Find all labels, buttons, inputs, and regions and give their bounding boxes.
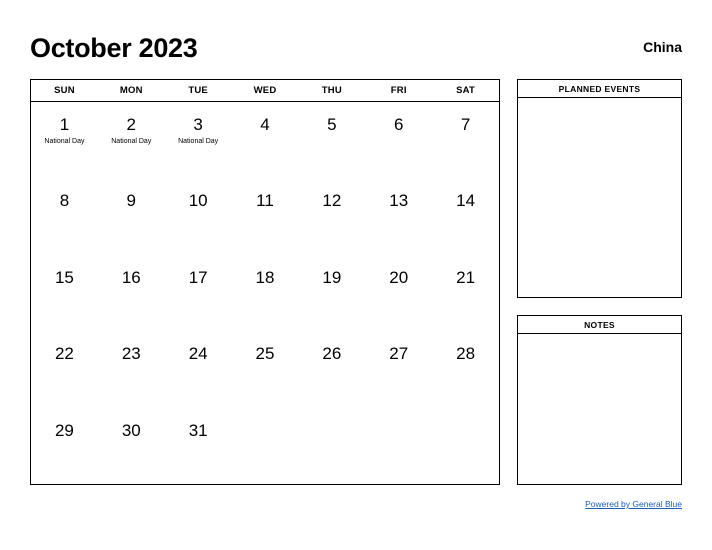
day-cell[interactable]: 10 (165, 178, 232, 254)
day-number: 7 (460, 115, 471, 134)
day-number: 14 (456, 191, 476, 211)
day-number: 19 (322, 267, 342, 287)
day-cell[interactable]: 27 (365, 331, 432, 407)
day-cell[interactable]: 4 (232, 102, 299, 178)
day-number: 30 (121, 420, 141, 440)
weekday-header-sat: SAT (456, 85, 476, 96)
day-event: National Day (111, 138, 152, 145)
weekday-header-row: SUN MON TUE WED THU FRI SAT (31, 80, 499, 102)
notes-panel: NOTES (517, 315, 682, 485)
day-number: 31 (188, 420, 208, 440)
day-number: 26 (322, 344, 342, 364)
day-cell[interactable]: 14 (432, 178, 499, 254)
day-number: 1 (59, 115, 70, 134)
day-event: National Day (178, 138, 219, 145)
day-cell[interactable]: 12 (298, 178, 365, 254)
day-number: 4 (260, 115, 270, 134)
day-cell[interactable]: 13 (365, 178, 432, 254)
day-cell[interactable]: 15 (31, 255, 98, 331)
day-cell[interactable]: 11 (232, 178, 299, 254)
calendar-grid: SUN MON TUE WED THU FRI SAT 1 National D… (30, 79, 500, 485)
day-number: 3 (193, 115, 203, 134)
day-number: 28 (456, 344, 476, 364)
day-cell-empty (365, 408, 432, 484)
day-cell[interactable]: 19 (298, 255, 365, 331)
day-cell[interactable]: 30 (98, 408, 165, 484)
day-number: 29 (54, 420, 74, 440)
week-row: 1 National Day 2 National Day 3 National… (31, 102, 499, 178)
day-event: National Day (44, 138, 85, 145)
day-number: 25 (255, 344, 275, 364)
week-row: 15 16 17 18 19 20 21 (31, 255, 499, 331)
day-number: 8 (59, 191, 70, 211)
day-number: 12 (322, 191, 342, 211)
day-number: 16 (121, 267, 141, 287)
day-cell-empty (432, 408, 499, 484)
day-cell[interactable]: 22 (31, 331, 98, 407)
planned-events-panel: PLANNED EVENTS (517, 79, 682, 298)
day-number: 24 (188, 344, 208, 364)
day-number: 5 (327, 115, 337, 134)
weekday-header-mon: MON (119, 85, 143, 96)
day-number: 23 (121, 344, 141, 364)
weekday-header-thu: THU (321, 85, 342, 96)
footer: Powered by General Blue (517, 494, 682, 512)
weekday-header-sun: SUN (54, 85, 75, 96)
day-number: 22 (54, 344, 74, 364)
planned-events-body[interactable] (517, 98, 682, 298)
day-cell[interactable]: 7 (432, 102, 499, 178)
day-number: 27 (389, 344, 409, 364)
country-label: China (643, 39, 682, 55)
day-cell[interactable]: 25 (232, 331, 299, 407)
day-number: 6 (393, 115, 404, 134)
day-cell[interactable]: 26 (298, 331, 365, 407)
notes-body[interactable] (517, 334, 682, 485)
week-row: 29 30 31 (31, 408, 499, 484)
day-number: 11 (256, 191, 274, 211)
day-cell[interactable]: 17 (165, 255, 232, 331)
page-header: October 2023 China (30, 28, 682, 68)
day-cell[interactable]: 6 (365, 102, 432, 178)
day-number: 10 (188, 191, 208, 211)
day-cell[interactable]: 31 (165, 408, 232, 484)
day-cell[interactable]: 21 (432, 255, 499, 331)
notes-title: NOTES (517, 315, 682, 334)
day-cell[interactable]: 9 (98, 178, 165, 254)
day-cell[interactable]: 29 (31, 408, 98, 484)
day-cell[interactable]: 5 (298, 102, 365, 178)
powered-by-link[interactable]: Powered by General Blue (585, 499, 682, 509)
day-cell[interactable]: 18 (232, 255, 299, 331)
week-row: 22 23 24 25 26 27 28 (31, 331, 499, 407)
day-number: 17 (188, 267, 208, 287)
day-number: 20 (389, 267, 409, 287)
day-cell[interactable]: 23 (98, 331, 165, 407)
day-cell[interactable]: 3 National Day (165, 102, 232, 178)
week-row: 8 9 10 11 12 13 14 (31, 178, 499, 254)
day-cell-empty (232, 408, 299, 484)
day-cell[interactable]: 16 (98, 255, 165, 331)
day-number: 9 (126, 191, 137, 211)
day-cell[interactable]: 8 (31, 178, 98, 254)
planned-events-title: PLANNED EVENTS (517, 79, 682, 98)
day-number: 13 (389, 191, 409, 211)
day-cell[interactable]: 20 (365, 255, 432, 331)
day-cell-empty (298, 408, 365, 484)
calendar-weeks: 1 National Day 2 National Day 3 National… (31, 102, 499, 484)
page-title: October 2023 (30, 32, 198, 63)
day-cell[interactable]: 24 (165, 331, 232, 407)
day-number: 2 (126, 115, 137, 134)
weekday-header-fri: FRI (390, 85, 407, 96)
day-cell[interactable]: 28 (432, 331, 499, 407)
day-number: 18 (255, 267, 275, 287)
day-cell[interactable]: 2 National Day (98, 102, 165, 178)
day-number: 21 (456, 267, 476, 287)
day-number: 15 (54, 267, 74, 287)
day-cell[interactable]: 1 National Day (31, 102, 98, 178)
weekday-header-tue: TUE (188, 85, 208, 96)
weekday-header-wed: WED (253, 85, 277, 96)
